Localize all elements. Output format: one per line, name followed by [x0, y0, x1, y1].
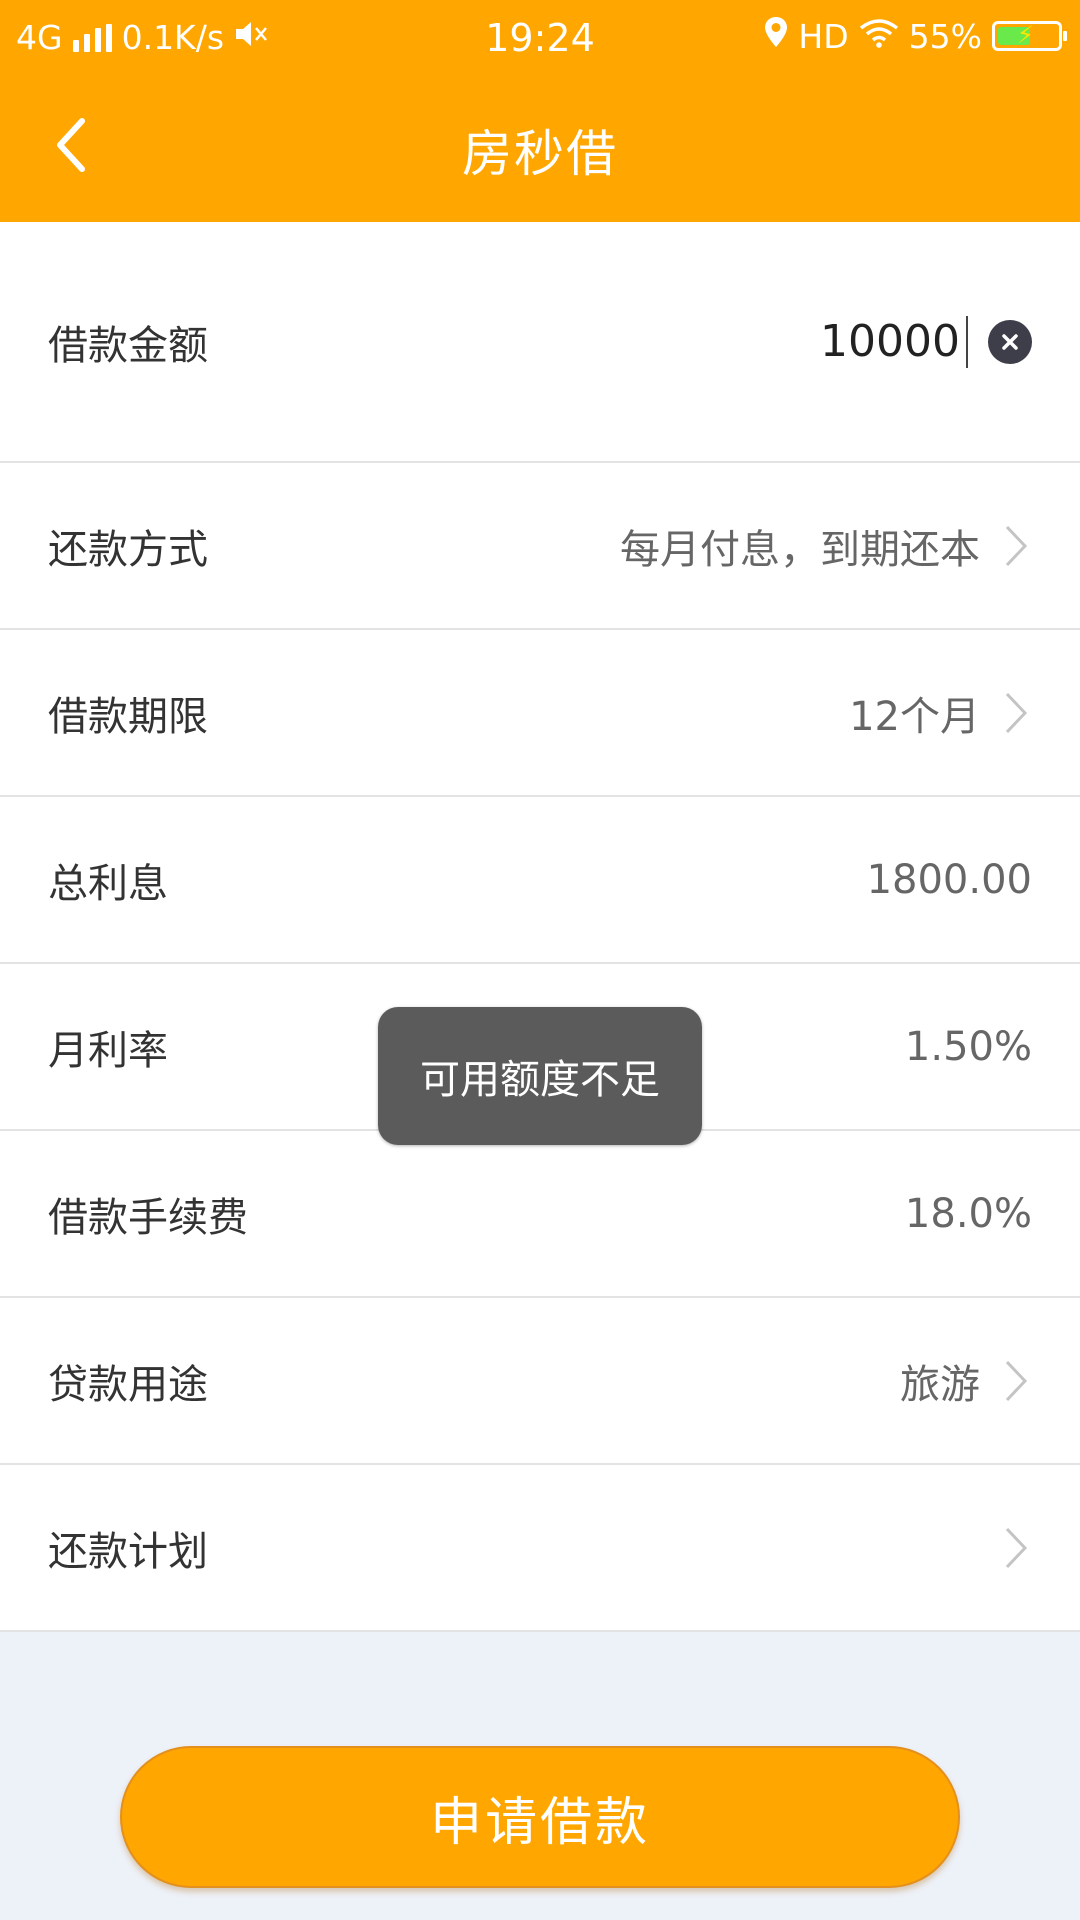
- purpose-value: 旅游: [900, 1361, 980, 1408]
- fee-row: 借款手续费 18.0%: [0, 1131, 1080, 1298]
- amount-row: 借款金额: [0, 222, 1080, 463]
- nav-bar: 房秒借: [0, 88, 1080, 208]
- fee-value: 18.0%: [904, 1190, 1032, 1237]
- header: 4G 0.1K/s 19:24 HD 55% ⚡ 房秒借: [0, 0, 1080, 222]
- term-label: 借款期限: [48, 693, 208, 740]
- term-row[interactable]: 借款期限 12个月: [0, 630, 1080, 797]
- repayment-method-label: 还款方式: [48, 526, 208, 573]
- loan-application-screen: 4G 0.1K/s 19:24 HD 55% ⚡ 房秒借 借款金额 10000 …: [0, 0, 1080, 1920]
- hd-label: HD: [798, 16, 849, 56]
- loan-form: 借款金额 还款方式 每月付息，到期还本 借款期限: [0, 222, 1080, 1632]
- chevron-right-icon: [1000, 1358, 1032, 1404]
- purpose-value-group: 旅游: [900, 1352, 1032, 1410]
- schedule-label: 还款计划: [48, 1528, 208, 1575]
- amount-label: 借款金额: [48, 322, 208, 369]
- repayment-method-row[interactable]: 还款方式 每月付息，到期还本: [0, 463, 1080, 630]
- purpose-row[interactable]: 贷款用途 旅游: [0, 1298, 1080, 1465]
- chevron-right-icon: [1000, 690, 1032, 736]
- chevron-right-icon: [1000, 523, 1032, 569]
- repayment-method-value: 每月付息，到期还本: [620, 526, 980, 573]
- charging-icon: ⚡: [1017, 21, 1034, 49]
- battery-icon: ⚡: [992, 21, 1067, 51]
- status-bar: 4G 0.1K/s 19:24 HD 55% ⚡: [0, 0, 1080, 76]
- total-interest-value: 1800.00: [866, 856, 1032, 903]
- purpose-label: 贷款用途: [48, 1361, 208, 1408]
- apply-loan-button[interactable]: 申请借款: [120, 1746, 960, 1888]
- amount-input-group: [710, 315, 1032, 368]
- term-value-group: 12个月: [849, 684, 1032, 742]
- term-value: 12个月: [849, 693, 980, 740]
- repayment-method-value-group: 每月付息，到期还本: [620, 517, 1032, 575]
- close-icon: [1002, 333, 1018, 350]
- toast-message: 可用额度不足: [378, 1007, 702, 1145]
- clear-amount-button[interactable]: [988, 319, 1032, 364]
- battery-percent: 55%: [908, 16, 982, 56]
- location-icon: [764, 16, 788, 56]
- status-right: HD 55% ⚡: [764, 16, 1067, 56]
- total-interest-row: 总利息 1800.00: [0, 797, 1080, 964]
- fee-label: 借款手续费: [48, 1194, 248, 1241]
- monthly-rate-label: 月利率: [48, 1027, 168, 1074]
- total-interest-label: 总利息: [48, 860, 168, 907]
- monthly-rate-value: 1.50%: [904, 1023, 1032, 1070]
- schedule-row[interactable]: 还款计划: [0, 1465, 1080, 1632]
- page-title: 房秒借: [462, 125, 618, 183]
- wifi-icon: [859, 17, 899, 56]
- amount-input[interactable]: [710, 316, 960, 367]
- chevron-right-icon: [1000, 1525, 1032, 1571]
- text-caret: [966, 315, 968, 368]
